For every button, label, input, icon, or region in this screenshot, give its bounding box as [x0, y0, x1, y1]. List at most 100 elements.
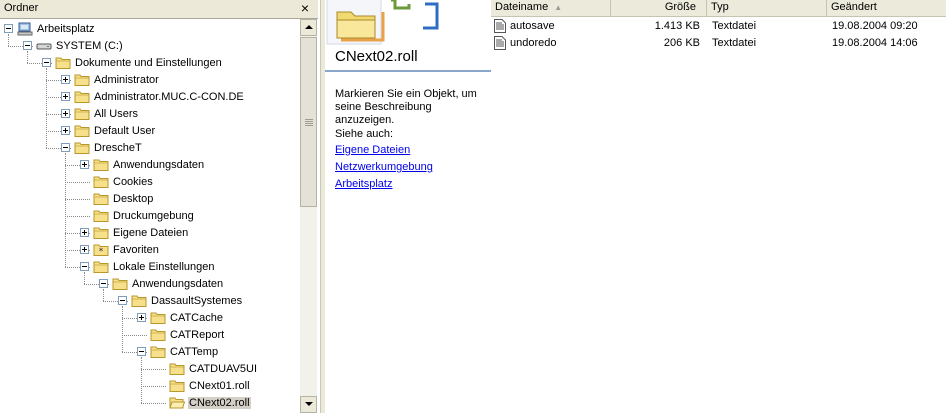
expand-icon[interactable] [80, 160, 89, 169]
collapse-icon[interactable] [42, 58, 51, 67]
folder-icon [55, 57, 71, 69]
favorites-folder-icon: * [93, 244, 109, 257]
tree-item[interactable]: DassaultSystemes [0, 293, 300, 310]
column-header-name[interactable]: Dateiname ▲ [491, 0, 611, 16]
tree-item-label: Cookies [113, 176, 153, 188]
expand-icon[interactable] [80, 228, 89, 237]
arrow-up-icon [305, 25, 313, 29]
collapse-icon[interactable] [80, 262, 89, 271]
expand-icon[interactable] [61, 126, 70, 135]
column-header-size[interactable]: Größe [611, 0, 707, 16]
file-row[interactable]: undoredo 206 KB Textdatei 19.08.2004 14:… [491, 35, 946, 51]
file-type: Textdatei [712, 37, 757, 49]
tree-item-label: Druckumgebung [113, 210, 194, 222]
tree-item-label: DrescheT [94, 142, 142, 154]
tree-item-label: CATReport [170, 329, 225, 341]
link-arbeitsplatz[interactable]: Arbeitsplatz [335, 178, 392, 190]
column-header-modified[interactable]: Geändert [827, 0, 946, 16]
scroll-thumb[interactable] [300, 37, 317, 207]
computer-icon [17, 22, 33, 36]
tree-item[interactable]: CATReport [0, 327, 300, 344]
folder-icon [169, 380, 185, 392]
tree-item-label: Default User [94, 125, 156, 137]
tree-item[interactable]: SYSTEM (C:) [0, 38, 300, 55]
grip-line [305, 125, 313, 126]
tree-item[interactable]: CNext01.roll [0, 378, 300, 395]
link-eigene-dateien[interactable]: Eigene Dateien [335, 144, 410, 156]
link-netzwerkumgebung[interactable]: Netzwerkumgebung [335, 161, 433, 173]
scroll-down-button[interactable] [300, 396, 317, 413]
tree-item[interactable]: All Users [0, 106, 300, 123]
column-header-type[interactable]: Typ [707, 0, 827, 16]
expand-icon[interactable] [80, 245, 89, 254]
file-modified: 19.08.2004 14:06 [832, 37, 918, 49]
tree-connector [141, 403, 166, 404]
folder-icon [93, 210, 109, 222]
collapse-icon[interactable] [137, 347, 146, 356]
tree-item-label: DassaultSystemes [151, 295, 243, 307]
folder-icon [150, 312, 166, 324]
tree-item[interactable]: Administrator.MUC.C-CON.DE [0, 89, 300, 106]
info-heading: CNext02.roll [335, 48, 418, 65]
scroll-up-button[interactable] [300, 19, 317, 36]
tree-item[interactable]: Anwendungsdaten [0, 276, 300, 293]
tree-item-label: CATTemp [170, 346, 219, 358]
close-icon[interactable]: × [298, 0, 312, 16]
drive-icon [36, 43, 52, 50]
grip-line [305, 123, 313, 124]
folder-pane-header: Ordner × [0, 0, 318, 19]
tree-connector [141, 369, 166, 370]
folder-icon [150, 329, 166, 341]
tree-item[interactable]: Druckumgebung [0, 208, 300, 225]
tree-item[interactable]: Eigene Dateien [0, 225, 300, 242]
folder-icon [150, 346, 166, 358]
info-divider [325, 70, 491, 72]
expand-icon[interactable] [61, 75, 70, 84]
tree-connector [122, 335, 147, 336]
tree-item[interactable]: Arbeitsplatz [0, 21, 300, 38]
tree-item[interactable]: Lokale Einstellungen [0, 259, 300, 276]
tree-item-label: Dokumente und Einstellungen [75, 57, 222, 69]
tree-item[interactable]: CATTemp [0, 344, 300, 361]
tree-item-label: CNext01.roll [189, 380, 250, 392]
tree-item-label: CATCache [170, 312, 223, 324]
tree-item[interactable]: Desktop [0, 191, 300, 208]
tree-item[interactable]: Anwendungsdaten [0, 157, 300, 174]
tree-item[interactable]: DrescheT [0, 140, 300, 157]
folder-icon [169, 363, 185, 375]
expand-icon[interactable] [61, 92, 70, 101]
tree-scrollbar[interactable] [300, 19, 317, 413]
tree-item[interactable]: Default User [0, 123, 300, 140]
file-modified: 19.08.2004 09:20 [832, 20, 918, 32]
info-description: Markieren Sie ein Objekt, um seine Besch… [335, 88, 477, 126]
tree-item-label: Desktop [113, 193, 154, 205]
tree-item[interactable]: * Favoriten [0, 242, 300, 259]
tree-item[interactable]: Dokumente und Einstellungen [0, 55, 300, 72]
file-size: 1.413 KB [654, 20, 700, 32]
collapse-icon[interactable] [23, 41, 32, 50]
file-size: 206 KB [663, 37, 700, 49]
file-row[interactable]: autosave 1.413 KB Textdatei 19.08.2004 0… [491, 18, 946, 34]
folder-icon [93, 193, 109, 205]
collapse-icon[interactable] [99, 279, 108, 288]
tree-item[interactable]: Administrator [0, 72, 300, 89]
folder-icon [93, 176, 109, 188]
folder-icon [93, 227, 109, 239]
tree-item[interactable]: Cookies [0, 174, 300, 191]
collapse-icon[interactable] [61, 143, 70, 152]
tree-item-label: Eigene Dateien [113, 227, 189, 239]
tree-item[interactable]: CATCache [0, 310, 300, 327]
expand-icon[interactable] [61, 109, 70, 118]
folder-icon [74, 108, 90, 120]
expand-icon[interactable] [137, 313, 146, 322]
tree-item[interactable]: CATDUAV5UI [0, 361, 300, 378]
file-type: Textdatei [712, 20, 757, 32]
file-list: Dateiname ▲ Größe Typ Geändert autosave 1… [491, 0, 946, 413]
grip-line [305, 119, 313, 120]
column-header-name-label: Dateiname [495, 1, 549, 13]
folder-icon [74, 125, 90, 137]
collapse-icon[interactable] [4, 24, 13, 33]
tree-item[interactable]: CNext02.roll [0, 395, 300, 412]
collapse-icon[interactable] [118, 296, 127, 305]
tree-connector [141, 386, 166, 387]
